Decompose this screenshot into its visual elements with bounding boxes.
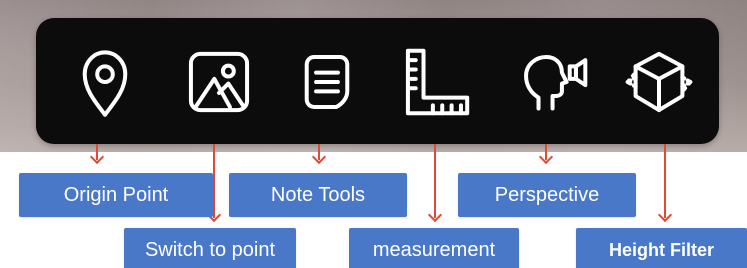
note-tools-button[interactable]: [282, 36, 372, 128]
height-filter-arrow-head: [657, 207, 673, 223]
note-tools-label: Note Tools: [229, 173, 407, 217]
switch-to-point-label: Switch to point: [124, 228, 296, 268]
measurement-arrow-head: [427, 207, 443, 223]
measurement-button[interactable]: [391, 36, 481, 128]
switch-to-point-button[interactable]: [174, 36, 264, 128]
note-icon: [288, 43, 366, 121]
ruler-icon: [397, 43, 475, 121]
map-pin-icon: [66, 43, 144, 121]
perspective-button[interactable]: [506, 36, 596, 128]
perspective-label: Perspective: [458, 173, 636, 217]
perspective-arrow-head: [538, 149, 554, 165]
height-filter-button[interactable]: [614, 36, 704, 128]
origin-point-arrow-head: [89, 149, 105, 165]
toolbar: [36, 18, 719, 144]
annotated-screenshot: Origin Point Note Tools Perspective Swit…: [0, 0, 747, 268]
measurement-label: measurement: [349, 228, 519, 268]
origin-point-label: Origin Point: [19, 173, 213, 217]
head-speaker-icon: [512, 43, 590, 121]
image-icon: [180, 43, 258, 121]
origin-point-button[interactable]: [60, 36, 150, 128]
height-filter-label: Height Filter: [576, 228, 747, 268]
note-tools-arrow-head: [311, 149, 327, 165]
cube-icon: [620, 43, 698, 121]
